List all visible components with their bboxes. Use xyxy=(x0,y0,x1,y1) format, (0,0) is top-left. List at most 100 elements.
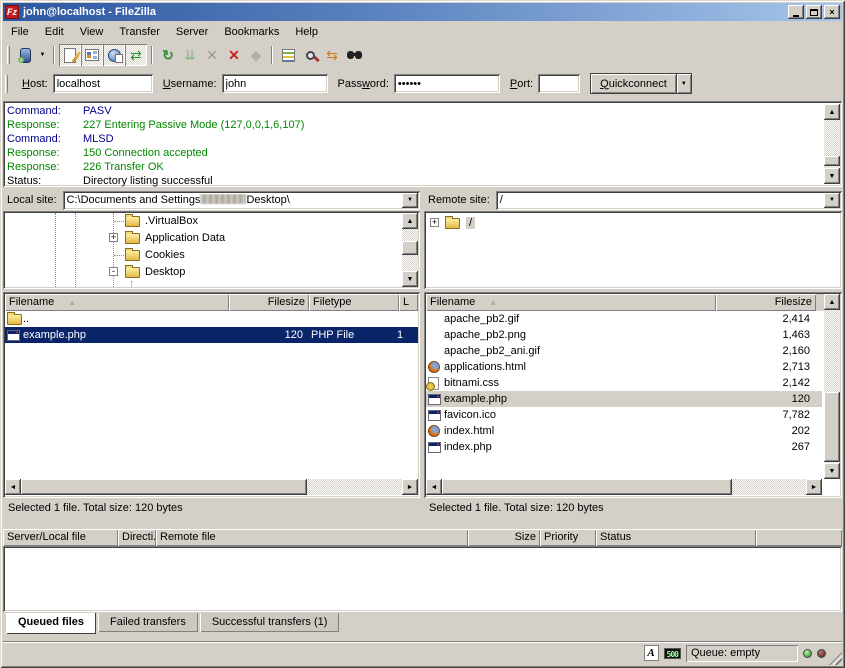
port-field-frame xyxy=(538,74,580,93)
remote-tree-root[interactable]: + / xyxy=(424,215,842,232)
local-scroll-left[interactable]: ◄ xyxy=(5,479,21,495)
remote-scroll-down[interactable]: ▼ xyxy=(824,463,840,479)
host-input[interactable] xyxy=(53,78,153,90)
remote-hscrollbar[interactable]: ◄ ► xyxy=(426,479,822,495)
password-input[interactable] xyxy=(394,78,500,90)
cancel-operation-button[interactable]: ✕ xyxy=(201,44,223,66)
file-row[interactable]: applications.html 2,713 xyxy=(426,359,822,375)
log-scroll-thumb[interactable] xyxy=(824,156,840,166)
minimize-button[interactable] xyxy=(788,5,804,19)
toggle-transfer-queue-button[interactable]: ⇄ xyxy=(125,44,147,66)
remote-site-dropdown[interactable]: ▼ xyxy=(824,193,840,208)
menu-item[interactable]: Transfer xyxy=(111,24,168,40)
tree-item[interactable]: +Application Data xyxy=(3,230,420,247)
menu-item[interactable]: Edit xyxy=(37,24,72,40)
local-hscroll-thumb[interactable] xyxy=(21,479,307,495)
tree-item[interactable]: -Desktop xyxy=(3,264,420,281)
column-filename[interactable]: Filename▲ xyxy=(5,294,229,311)
expand-icon[interactable]: + xyxy=(109,233,118,242)
site-manager-button[interactable] xyxy=(14,44,36,66)
local-site-combo[interactable]: C:\Documents and SettingsDesktop\ ▼ xyxy=(63,191,420,210)
queue-column[interactable] xyxy=(756,529,842,546)
queue-column[interactable]: Directi... xyxy=(118,529,156,546)
log-scroll-down[interactable]: ▼ xyxy=(824,168,840,184)
toggle-local-tree-button[interactable] xyxy=(81,44,103,66)
username-input[interactable] xyxy=(222,78,328,90)
remote-scroll-left[interactable]: ◄ xyxy=(426,479,442,495)
menu-item[interactable]: Help xyxy=(287,24,326,40)
log-row: Command:MLSD xyxy=(7,132,822,146)
log-label: Response: xyxy=(7,118,83,132)
queue-tab[interactable]: Successful transfers (1) xyxy=(200,613,340,632)
password-field-frame xyxy=(394,74,500,93)
disconnect-button[interactable]: ✕ xyxy=(223,44,245,66)
menu-item[interactable]: File xyxy=(3,24,37,40)
file-row[interactable]: example.php 120 xyxy=(426,391,822,407)
queue-column[interactable]: Size xyxy=(468,529,540,546)
file-row[interactable]: bitnami.css 2,142 xyxy=(426,375,822,391)
queue-tab[interactable]: Failed transfers xyxy=(98,613,198,632)
remote-site-combo[interactable]: / ▼ xyxy=(496,191,842,210)
local-tree-scrollbar[interactable]: ▲ ▼ xyxy=(402,213,418,287)
log-scroll-up[interactable]: ▲ xyxy=(824,104,840,120)
site-manager-dropdown[interactable]: ▼ xyxy=(36,44,49,66)
remote-scroll-right[interactable]: ► xyxy=(806,479,822,495)
tree-item[interactable]: Cookies xyxy=(3,247,420,264)
process-queue-button[interactable]: ⇊ xyxy=(179,44,201,66)
expand-icon[interactable]: + xyxy=(430,218,439,227)
remote-scroll-up[interactable]: ▲ xyxy=(824,294,840,310)
reconnect-button[interactable]: ◆ xyxy=(245,44,267,66)
directory-comparison-button[interactable] xyxy=(299,44,321,66)
expand-icon[interactable]: - xyxy=(109,267,118,276)
find-files-button[interactable] xyxy=(343,44,365,66)
local-site-dropdown[interactable]: ▼ xyxy=(402,193,418,208)
remote-vscroll-thumb[interactable] xyxy=(824,392,840,462)
file-row[interactable]: apache_pb2_ani.gif 2,160 xyxy=(426,343,822,359)
queue-column[interactable]: Server/Local file xyxy=(3,529,118,546)
port-input[interactable] xyxy=(538,78,580,90)
maximize-button[interactable] xyxy=(806,5,822,19)
queue-column[interactable]: Priority xyxy=(540,529,596,546)
log-scrollbar[interactable]: ▲ ▼ xyxy=(824,104,840,184)
local-scroll-right[interactable]: ► xyxy=(402,479,418,495)
local-tree-scroll-down[interactable]: ▼ xyxy=(402,271,418,287)
toggle-message-log-button[interactable] xyxy=(59,44,81,66)
menu-item[interactable]: View xyxy=(72,24,112,40)
file-row[interactable]: apache_pb2.png 1,463 xyxy=(426,327,822,343)
menu-item[interactable]: Server xyxy=(168,24,216,40)
queue-header: Server/Local fileDirecti...Remote fileSi… xyxy=(3,529,842,546)
local-tree-scroll-thumb[interactable] xyxy=(402,241,418,255)
menu-item[interactable]: Bookmarks xyxy=(216,24,287,40)
file-row[interactable]: .. xyxy=(5,311,418,327)
remote-vscrollbar[interactable]: ▲ ▼ xyxy=(824,294,840,479)
queue-tab[interactable]: Queued files xyxy=(6,613,96,634)
refresh-button[interactable]: ↻ xyxy=(157,44,179,66)
toolbar-grip[interactable] xyxy=(7,46,10,64)
column-filesize[interactable]: Filesize xyxy=(716,294,816,311)
local-hscrollbar[interactable]: ◄ ► xyxy=(5,479,418,495)
column-filesize[interactable]: Filesize xyxy=(229,294,309,311)
file-row[interactable]: index.html 202 xyxy=(426,423,822,439)
remote-hscroll-thumb[interactable] xyxy=(442,479,732,495)
local-tree-scroll-up[interactable]: ▲ xyxy=(402,213,418,229)
file-row[interactable]: favicon.ico 7,782 xyxy=(426,407,822,423)
remote-root-label[interactable]: / xyxy=(466,217,475,229)
tree-item[interactable]: .VirtualBox xyxy=(3,213,420,230)
filter-button[interactable] xyxy=(277,44,299,66)
quickconnect-grip[interactable] xyxy=(5,75,8,93)
synchronized-browsing-button[interactable]: ⇆ xyxy=(321,44,343,66)
file-row[interactable]: apache_pb2.gif 2,414 xyxy=(426,311,822,327)
queue-column[interactable]: Remote file xyxy=(156,529,468,546)
column-filename[interactable]: Filename▲ xyxy=(426,294,716,311)
file-row[interactable]: example.php 120 PHP File 1 xyxy=(5,327,418,343)
queue-column[interactable]: Status xyxy=(596,529,756,546)
close-button[interactable]: × xyxy=(824,5,840,19)
column-last-modified[interactable]: L xyxy=(399,294,418,311)
quickconnect-dropdown[interactable]: ▼ xyxy=(677,73,692,94)
title-bar[interactable]: Fz john@localhost - FileZilla × xyxy=(3,3,842,21)
quickconnect-button[interactable]: Quickconnect xyxy=(590,73,677,94)
column-filetype[interactable]: Filetype xyxy=(309,294,399,311)
file-row[interactable]: index.php 267 xyxy=(426,439,822,455)
queue-list[interactable] xyxy=(3,546,842,612)
toggle-remote-tree-button[interactable] xyxy=(103,44,125,66)
